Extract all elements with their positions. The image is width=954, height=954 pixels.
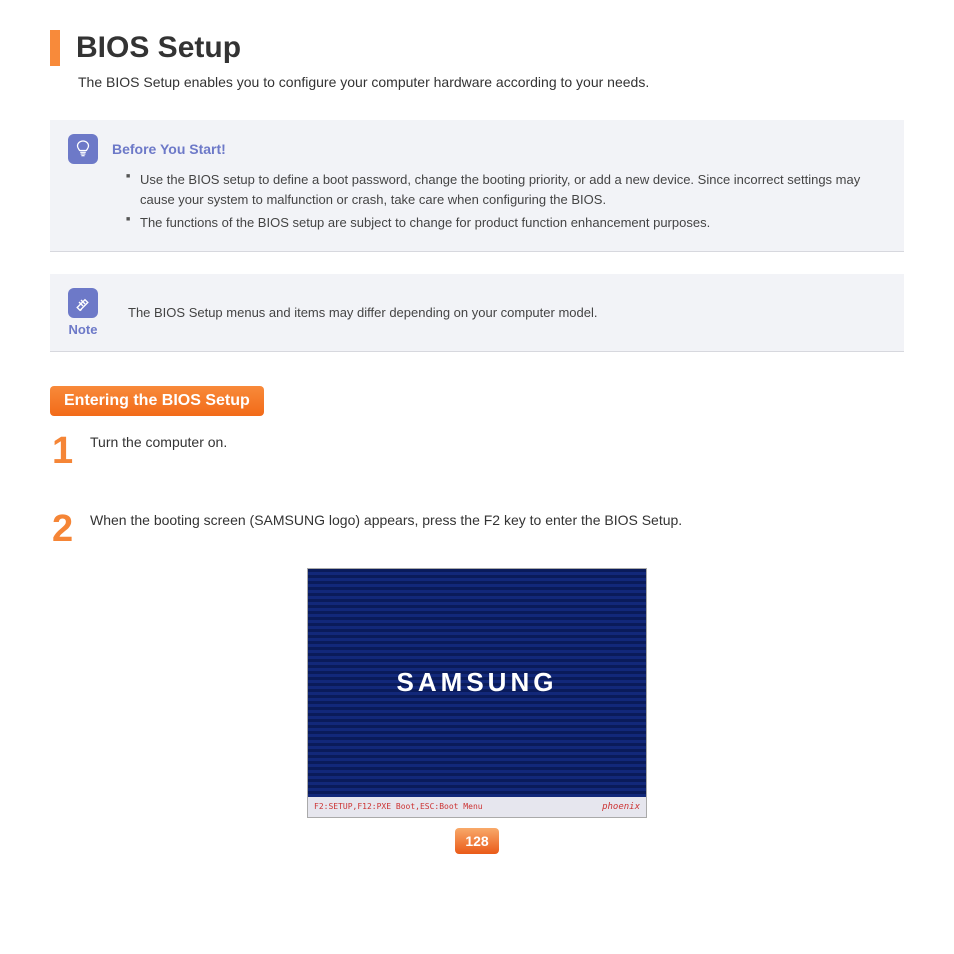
- note-label: Note: [69, 322, 98, 337]
- section-heading: Entering the BIOS Setup: [50, 386, 264, 416]
- step-text: Turn the computer on.: [90, 432, 227, 450]
- before-you-start-callout: Before You Start! Use the BIOS setup to …: [50, 120, 904, 252]
- step-number: 1: [52, 432, 76, 470]
- list-item: Use the BIOS setup to define a boot pass…: [126, 170, 886, 209]
- step-1: 1 Turn the computer on.: [52, 432, 904, 470]
- step-number: 2: [52, 510, 76, 548]
- callout-header: Before You Start!: [68, 134, 886, 164]
- lightbulb-icon: [68, 134, 98, 164]
- pencil-icon: [68, 288, 98, 318]
- before-you-start-list: Use the BIOS setup to define a boot pass…: [126, 170, 886, 233]
- title-accent-bar: [50, 30, 60, 66]
- title-row: BIOS Setup: [50, 30, 904, 66]
- step-2: 2 When the booting screen (SAMSUNG logo)…: [52, 510, 904, 548]
- note-side: Note: [68, 288, 98, 337]
- page-title: BIOS Setup: [76, 31, 241, 65]
- list-item: The functions of the BIOS setup are subj…: [126, 213, 886, 233]
- page-number: 128: [455, 828, 499, 854]
- page-subtitle: The BIOS Setup enables you to configure …: [78, 74, 904, 90]
- boot-footer: F2:SETUP,F12:PXE Boot,ESC:Boot Menu phoe…: [308, 797, 646, 817]
- boot-screen-figure: SAMSUNG F2:SETUP,F12:PXE Boot,ESC:Boot M…: [307, 568, 647, 818]
- phoenix-logo: phoenix: [602, 802, 640, 812]
- before-you-start-heading: Before You Start!: [112, 141, 226, 157]
- boot-footer-keys: F2:SETUP,F12:PXE Boot,ESC:Boot Menu: [314, 802, 483, 811]
- boot-main-area: SAMSUNG: [308, 569, 646, 797]
- note-callout: Note The BIOS Setup menus and items may …: [50, 274, 904, 352]
- step-text: When the booting screen (SAMSUNG logo) a…: [90, 510, 682, 528]
- note-text: The BIOS Setup menus and items may diffe…: [128, 305, 597, 320]
- samsung-logo: SAMSUNG: [397, 667, 558, 698]
